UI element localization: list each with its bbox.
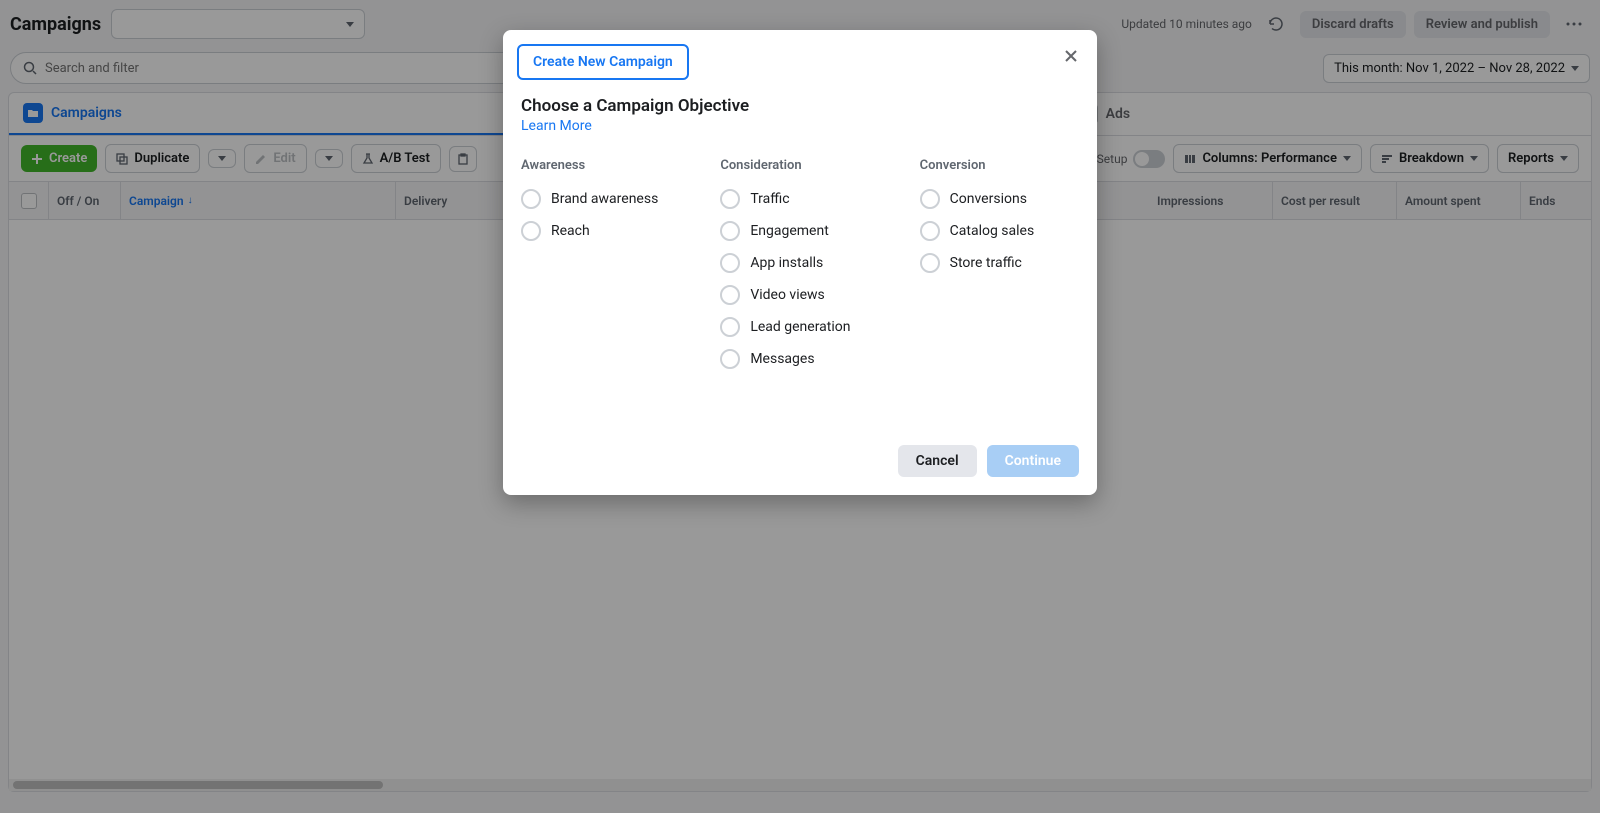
create-new-campaign-tab[interactable]: Create New Campaign [517,44,689,80]
create-campaign-modal: Create New Campaign Choose a Campaign Ob… [503,30,1097,495]
objective-label: App installs [750,255,823,271]
radio-icon [720,285,740,305]
objective-label: Video views [750,287,824,303]
close-icon [1064,49,1078,63]
objective-label: Engagement [750,223,828,239]
radio-icon [920,189,940,209]
objective-app-installs[interactable]: App installs [720,247,879,279]
objective-label: Conversions [950,191,1027,207]
awareness-column: Awareness Brand awareness Reach [521,158,680,375]
objective-label: Catalog sales [950,223,1035,239]
objective-label: Store traffic [950,255,1022,271]
objectives-grid: Awareness Brand awareness Reach Consider… [521,158,1079,375]
close-button[interactable] [1057,42,1085,70]
objective-reach[interactable]: Reach [521,215,680,247]
objective-traffic[interactable]: Traffic [720,183,879,215]
objective-lead-generation[interactable]: Lead generation [720,311,879,343]
conversion-column: Conversion Conversions Catalog sales Sto… [920,158,1079,375]
consideration-column: Consideration Traffic Engagement App ins… [720,158,879,375]
radio-icon [720,253,740,273]
modal-overlay: Create New Campaign Choose a Campaign Ob… [0,0,1600,813]
consideration-heading: Consideration [720,158,879,173]
awareness-heading: Awareness [521,158,680,173]
conversion-heading: Conversion [920,158,1079,173]
objective-label: Messages [750,351,814,367]
objective-label: Brand awareness [551,191,658,207]
radio-icon [521,221,541,241]
radio-icon [521,189,541,209]
radio-icon [920,221,940,241]
modal-footer: Cancel Continue [521,445,1079,477]
radio-icon [720,317,740,337]
radio-icon [720,349,740,369]
radio-icon [720,189,740,209]
objective-engagement[interactable]: Engagement [720,215,879,247]
learn-more-link[interactable]: Learn More [521,118,592,134]
objective-catalog-sales[interactable]: Catalog sales [920,215,1079,247]
objective-video-views[interactable]: Video views [720,279,879,311]
objective-brand-awareness[interactable]: Brand awareness [521,183,680,215]
radio-icon [920,253,940,273]
continue-button[interactable]: Continue [987,445,1079,477]
modal-body: Choose a Campaign Objective Learn More A… [517,80,1083,481]
objective-label: Traffic [750,191,789,207]
cancel-button[interactable]: Cancel [898,445,977,477]
objective-store-traffic[interactable]: Store traffic [920,247,1079,279]
objective-label: Lead generation [750,319,850,335]
objective-conversions[interactable]: Conversions [920,183,1079,215]
radio-icon [720,221,740,241]
modal-title: Choose a Campaign Objective [521,96,1079,116]
objective-messages[interactable]: Messages [720,343,879,375]
objective-label: Reach [551,223,590,239]
